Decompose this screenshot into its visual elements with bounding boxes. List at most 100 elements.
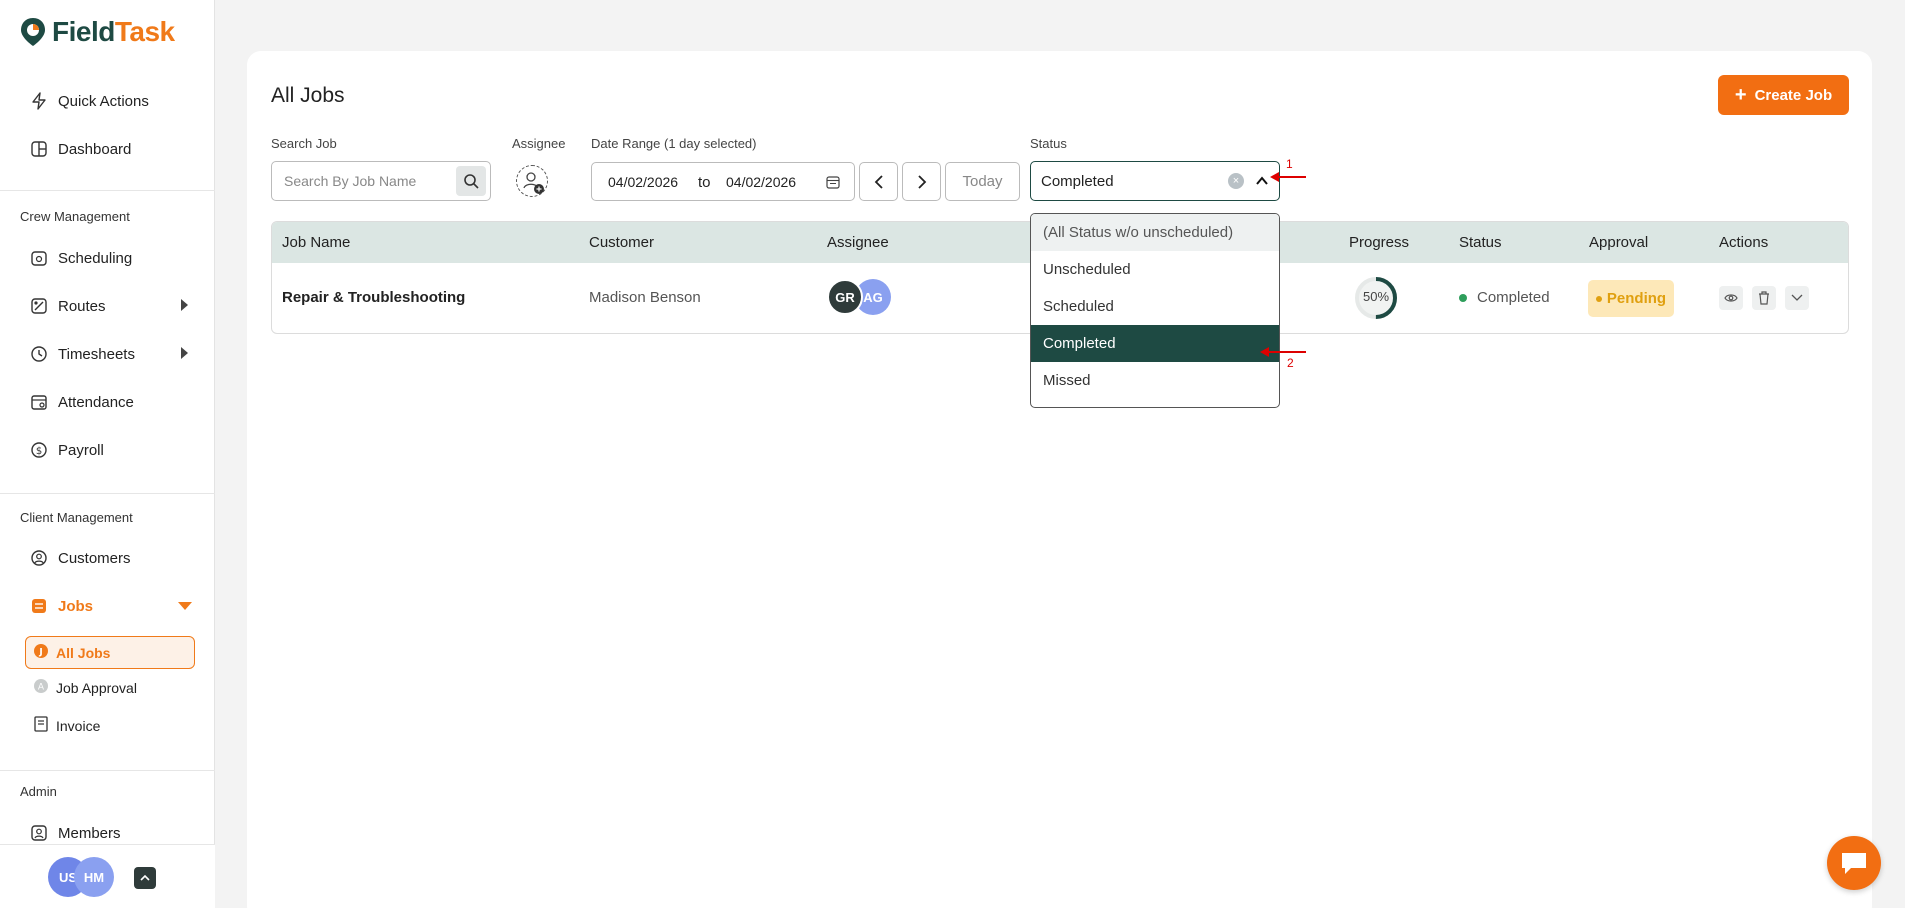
status-option-scheduled[interactable]: Scheduled: [1031, 288, 1279, 325]
job-name-cell[interactable]: Repair & Troubleshooting: [282, 289, 465, 306]
calendar-icon: [826, 176, 840, 189]
sidebar-item-label: Invoice: [56, 717, 101, 734]
previous-date-button[interactable]: [859, 162, 898, 201]
clock-icon: [30, 345, 48, 363]
sidebar-item-quick-actions[interactable]: Quick Actions: [30, 92, 149, 110]
logo-icon: [21, 18, 45, 46]
status-option-missed[interactable]: Missed: [1031, 362, 1279, 399]
app-logo[interactable]: FieldTask: [20, 16, 175, 48]
create-job-button[interactable]: + Create Job: [1718, 75, 1849, 115]
svg-text:$: $: [36, 446, 42, 457]
column-header-progress[interactable]: Progress: [1349, 234, 1409, 251]
sidebar-item-scheduling[interactable]: Scheduling: [30, 249, 132, 267]
column-header-customer[interactable]: Customer: [589, 234, 654, 251]
status-option-unscheduled[interactable]: Unscheduled: [1031, 251, 1279, 288]
sidebar-divider: [0, 493, 215, 494]
sidebar-item-payroll[interactable]: $ Payroll: [30, 441, 104, 459]
sidebar-item-members[interactable]: Members: [30, 824, 121, 842]
customer-icon: [30, 549, 48, 567]
sidebar-divider: [0, 190, 215, 191]
view-button[interactable]: [1719, 286, 1743, 310]
chevron-up-icon[interactable]: [1255, 175, 1269, 187]
dashboard-icon: [30, 140, 48, 158]
calendar-icon: [30, 249, 48, 267]
sidebar: FieldTask Quick Actions Dashboard Crew M…: [0, 0, 215, 908]
progress-value: 50%: [1362, 289, 1390, 304]
trash-icon: [1759, 291, 1769, 305]
expand-routes-icon[interactable]: [181, 299, 188, 311]
svg-text:J: J: [38, 648, 42, 658]
sidebar-item-label: Job Approval: [56, 679, 137, 696]
chevron-up-icon: [140, 874, 150, 881]
expand-user-menu-button[interactable]: [134, 867, 156, 889]
approval-text: Pending: [1606, 290, 1667, 307]
lightning-icon: [30, 92, 48, 110]
job-approval-icon: A: [34, 679, 48, 696]
sidebar-item-invoice[interactable]: Invoice: [34, 716, 100, 735]
chevron-down-icon: [1791, 294, 1803, 301]
section-client-management: Client Management: [20, 510, 133, 525]
next-date-button[interactable]: [902, 162, 941, 201]
expand-row-button[interactable]: [1785, 286, 1809, 310]
chat-button[interactable]: [1827, 836, 1881, 890]
chat-icon: [1842, 853, 1866, 874]
collapse-jobs-icon[interactable]: [178, 602, 192, 610]
eye-icon: [1724, 294, 1738, 302]
date-range-input[interactable]: 04/02/2026 to 04/02/2026: [591, 162, 855, 201]
column-header-job-name[interactable]: Job Name: [282, 234, 350, 251]
column-header-status[interactable]: Status: [1459, 234, 1502, 251]
page-title: All Jobs: [271, 84, 345, 107]
sidebar-item-label: Attendance: [58, 393, 134, 411]
chevron-right-icon: [917, 174, 926, 189]
invoice-icon: [34, 716, 48, 735]
sidebar-item-label: Dashboard: [58, 140, 132, 158]
status-option-all[interactable]: (All Status w/o unscheduled): [1031, 214, 1279, 251]
sidebar-item-label: Scheduling: [58, 249, 133, 267]
logo-text-task: Task: [114, 16, 175, 47]
sidebar-divider: [0, 770, 215, 771]
status-option-completed[interactable]: Completed: [1031, 325, 1279, 362]
plus-icon: +: [1734, 84, 1747, 106]
progress-ring: 50%: [1352, 274, 1400, 322]
status-cell: Completed: [1459, 289, 1550, 306]
annotation-label-2: 2: [1287, 356, 1294, 370]
avatar[interactable]: GR: [827, 279, 863, 315]
sidebar-item-attendance[interactable]: Attendance: [30, 393, 134, 411]
search-input[interactable]: Search By Job Name: [271, 161, 491, 201]
sidebar-item-jobs[interactable]: Jobs: [30, 597, 93, 615]
status-dot: [1459, 294, 1467, 303]
today-button[interactable]: Today: [945, 162, 1020, 201]
delete-button[interactable]: [1752, 286, 1776, 310]
status-select[interactable]: Completed ×: [1030, 161, 1280, 201]
annotation-arrow-2: [1260, 347, 1306, 357]
sidebar-item-timesheets[interactable]: Timesheets: [30, 345, 135, 363]
sidebar-item-all-jobs[interactable]: J All Jobs: [25, 636, 195, 669]
status-dropdown-menu: (All Status w/o unscheduled) Unscheduled…: [1030, 213, 1280, 408]
pending-dot: [1595, 295, 1602, 302]
assignee-label: Assignee: [512, 136, 566, 151]
column-header-actions: Actions: [1719, 234, 1769, 251]
search-button[interactable]: [456, 166, 486, 196]
chevron-left-icon: [874, 174, 883, 189]
jobs-icon: [30, 597, 48, 615]
clear-status-icon[interactable]: ×: [1228, 173, 1244, 189]
column-header-assignee[interactable]: Assignee: [827, 234, 889, 251]
column-header-approval[interactable]: Approval: [1589, 234, 1648, 251]
sidebar-item-label: Customers: [58, 549, 131, 567]
section-crew-management: Crew Management: [20, 209, 130, 224]
expand-timesheets-icon[interactable]: [181, 347, 188, 359]
status-text: Completed: [1477, 289, 1550, 306]
add-user-icon: [523, 172, 544, 194]
svg-text:A: A: [38, 683, 45, 693]
sidebar-item-job-approval[interactable]: A Job Approval: [34, 679, 137, 696]
all-jobs-icon: J: [34, 644, 48, 661]
assignee-picker-button[interactable]: [516, 165, 548, 197]
sidebar-item-routes[interactable]: Routes: [30, 297, 190, 315]
avatar[interactable]: HM: [74, 857, 114, 897]
date-from: 04/02/2026: [608, 174, 679, 190]
sidebar-item-label: Timesheets: [58, 345, 135, 363]
sidebar-item-customers[interactable]: Customers: [30, 549, 131, 567]
logo-text-field: Field: [52, 16, 115, 47]
sidebar-item-dashboard[interactable]: Dashboard: [30, 140, 131, 158]
date-range-label: Date Range (1 day selected): [591, 136, 757, 151]
